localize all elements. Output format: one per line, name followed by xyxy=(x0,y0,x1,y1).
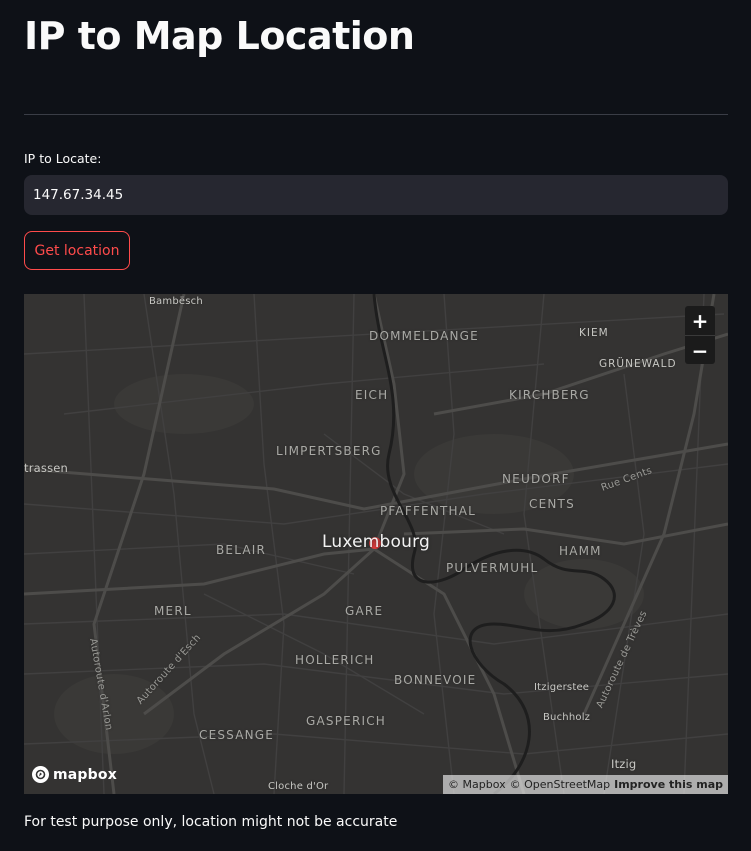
map-label-buchholz: Buchholz xyxy=(543,712,591,723)
map-label-belair: BELAIR xyxy=(216,543,267,557)
map-label-eich: EICH xyxy=(355,388,389,402)
map-label-limpertsberg: LIMPERTSBERG xyxy=(276,444,382,458)
map-label-itzig: Itzig xyxy=(611,757,637,771)
mapbox-logo[interactable]: mapbox xyxy=(32,766,117,783)
map-label-kirchberg: KIRCHBERG xyxy=(509,388,590,402)
map-label-bambesch: Bambësch xyxy=(149,296,203,307)
map-label-itzigerstee: Itzigerstee xyxy=(534,682,590,693)
ip-input[interactable] xyxy=(24,175,728,215)
mapbox-logo-icon xyxy=(32,766,49,783)
map-label-grunewald: GRÜNEWALD xyxy=(599,358,677,370)
zoom-out-button[interactable]: − xyxy=(685,336,715,365)
map-label-merl: MERL xyxy=(154,604,192,618)
map-label-kiem: KIEM xyxy=(579,327,609,339)
map-label-neudorf: NEUDORF xyxy=(502,472,570,486)
ip-field-label: IP to Locate: xyxy=(24,151,102,166)
improve-map-link[interactable]: Improve this map xyxy=(614,778,723,791)
map-label-gasperich: GASPERICH xyxy=(306,714,387,728)
map-label-dommeldange: DOMMELDANGE xyxy=(369,329,479,343)
map-label-strassen: trassen xyxy=(24,461,69,475)
attribution-mapbox-link[interactable]: © Mapbox xyxy=(448,778,506,791)
disclaimer-text: For test purpose only, location might no… xyxy=(24,814,398,830)
map-label-cents: CENTS xyxy=(529,497,575,511)
map-label-pulvermuhl: PULVERMUHL xyxy=(446,561,539,575)
zoom-in-button[interactable]: + xyxy=(685,306,715,335)
map-label-hollerich: HOLLERICH xyxy=(295,653,375,667)
map-label-bonnevoie: BONNEVOIE xyxy=(394,673,477,687)
map-label-cloche-dor: Cloche d'Or xyxy=(268,781,329,792)
map-label-hamm: HAMM xyxy=(559,544,602,558)
divider xyxy=(24,114,728,115)
map-label-pfaffenthal: PFAFFENTHAL xyxy=(380,504,477,518)
mapbox-logo-text: mapbox xyxy=(53,766,117,783)
page-title: IP to Map Location xyxy=(24,14,415,58)
get-location-button[interactable]: Get location xyxy=(24,231,130,270)
attribution-osm-link[interactable]: © OpenStreetMap xyxy=(510,778,611,791)
map-attribution: © Mapbox © OpenStreetMap Improve this ma… xyxy=(443,775,728,794)
map[interactable]: Bambësch DOMMELDANGE KIEM GRÜNEWALD EICH… xyxy=(24,294,728,794)
map-label-cessange: CESSANGE xyxy=(199,728,275,742)
zoom-control: + − xyxy=(685,306,715,364)
map-label-city: Luxembourg xyxy=(322,532,430,552)
map-label-gare: GARE xyxy=(345,604,384,618)
